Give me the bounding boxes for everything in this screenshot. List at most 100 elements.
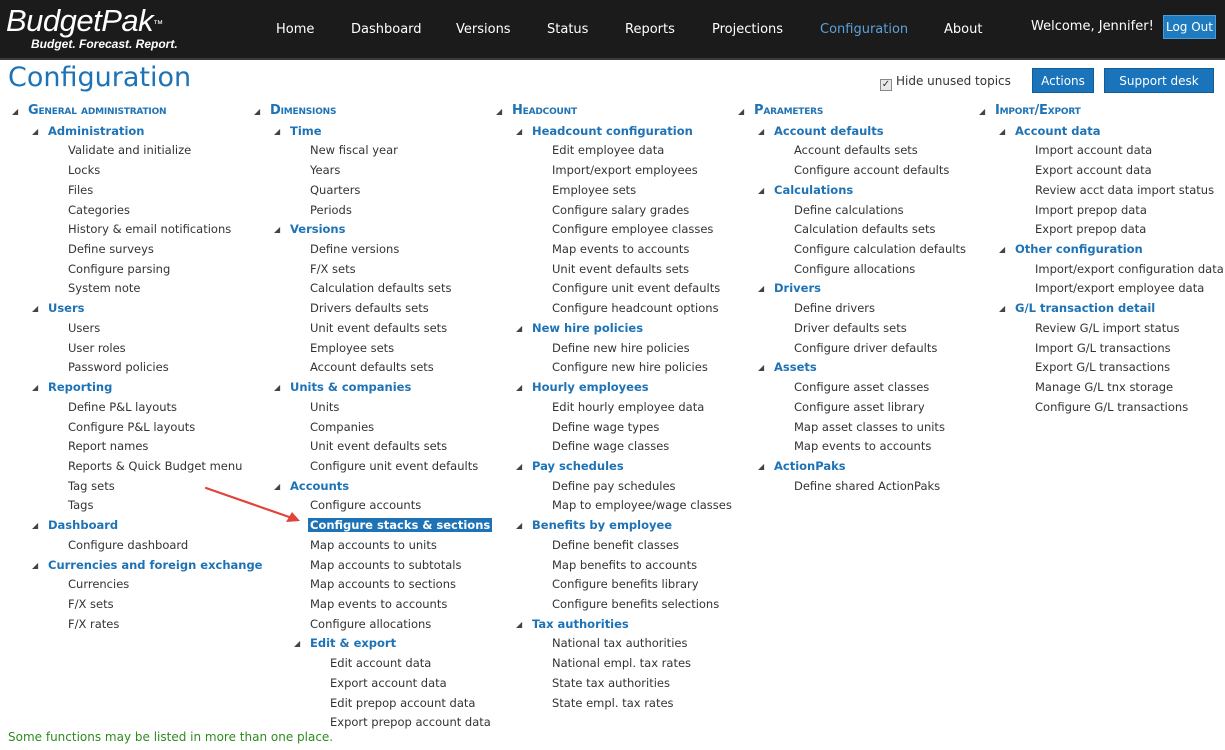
collapse-triangle-icon[interactable]: ◢ — [12, 107, 18, 116]
menu-leaf-item[interactable]: Export G/L transactions — [1035, 360, 1170, 374]
menu-leaf-item[interactable]: Calculation defaults sets — [310, 281, 452, 295]
collapse-triangle-icon[interactable]: ◢ — [274, 225, 280, 234]
menu-leaf-item[interactable]: Configure P&L layouts — [68, 420, 195, 434]
nav-status[interactable]: Status — [547, 22, 588, 37]
menu-leaf-item[interactable]: Configure salary grades — [552, 203, 689, 217]
menu-leaf-item[interactable]: Import account data — [1035, 143, 1152, 157]
menu-leaf-item[interactable]: Manage G/L tnx storage — [1035, 380, 1173, 394]
menu-leaf-item[interactable]: System note — [68, 281, 140, 295]
menu-leaf-item[interactable]: Map events to accounts — [552, 242, 689, 256]
category-header[interactable]: Headcount — [512, 103, 577, 118]
nav-configuration[interactable]: Configuration — [820, 22, 908, 37]
menu-leaf-item[interactable]: Map benefits to accounts — [552, 558, 697, 572]
nav-versions[interactable]: Versions — [456, 22, 511, 37]
menu-leaf-item[interactable]: Map accounts to units — [310, 538, 437, 552]
collapse-triangle-icon[interactable]: ◢ — [32, 383, 38, 392]
menu-leaf-item[interactable]: Define P&L layouts — [68, 400, 177, 414]
menu-leaf-item[interactable]: Configure dashboard — [68, 538, 188, 552]
collapse-triangle-icon[interactable]: ◢ — [32, 521, 38, 530]
menu-leaf-item[interactable]: Users — [68, 321, 100, 335]
menu-leaf-item[interactable]: Define pay schedules — [552, 479, 676, 493]
menu-leaf-item[interactable]: History & email notifications — [68, 222, 231, 236]
menu-leaf-item[interactable]: Import G/L transactions — [1035, 341, 1171, 355]
menu-leaf-item[interactable]: Configure account defaults — [794, 163, 949, 177]
menu-leaf-item[interactable]: Validate and initialize — [68, 143, 191, 157]
menu-leaf-item[interactable]: Map accounts to sections — [310, 577, 456, 591]
subcategory-header[interactable]: Account defaults — [774, 124, 884, 138]
nav-projections[interactable]: Projections — [712, 22, 783, 37]
nav-reports[interactable]: Reports — [625, 22, 675, 37]
menu-leaf-item[interactable]: New fiscal year — [310, 143, 398, 157]
menu-leaf-item[interactable]: Import prepop data — [1035, 203, 1147, 217]
subcategory-header[interactable]: Benefits by employee — [532, 518, 672, 532]
collapse-triangle-icon[interactable]: ◢ — [32, 561, 38, 570]
collapse-triangle-icon[interactable]: ◢ — [999, 245, 1005, 254]
actions-button[interactable]: Actions — [1032, 68, 1094, 93]
menu-leaf-item[interactable]: Configure benefits library — [552, 577, 699, 591]
subcategory-header[interactable]: Dashboard — [48, 518, 118, 532]
menu-leaf-item[interactable]: National tax authorities — [552, 636, 687, 650]
collapse-triangle-icon[interactable]: ◢ — [758, 186, 764, 195]
menu-leaf-item[interactable]: Unit event defaults sets — [552, 262, 689, 276]
nav-dashboard[interactable]: Dashboard — [351, 22, 422, 37]
menu-leaf-item[interactable]: Map to employee/wage classes — [552, 498, 732, 512]
subcategory-header[interactable]: Hourly employees — [532, 380, 649, 394]
collapse-triangle-icon[interactable]: ◢ — [758, 284, 764, 293]
subcategory-header[interactable]: ActionPaks — [774, 459, 846, 473]
collapse-triangle-icon[interactable]: ◢ — [758, 363, 764, 372]
menu-leaf-item[interactable]: Locks — [68, 163, 100, 177]
subcategory-header[interactable]: Administration — [48, 124, 145, 138]
menu-leaf-item[interactable]: Review G/L import status — [1035, 321, 1180, 335]
menu-leaf-item[interactable]: Configure stacks & sections — [308, 518, 493, 533]
menu-leaf-item[interactable]: Companies — [310, 420, 374, 434]
subcategory-header[interactable]: Other configuration — [1015, 242, 1143, 256]
menu-leaf-item[interactable]: F/X sets — [310, 262, 356, 276]
subcategory-header[interactable]: Currencies and foreign exchange — [48, 558, 263, 572]
menu-leaf-item[interactable]: Define versions — [310, 242, 399, 256]
collapse-triangle-icon[interactable]: ◢ — [32, 127, 38, 136]
menu-leaf-item[interactable]: Configure G/L transactions — [1035, 400, 1188, 414]
menu-leaf-item[interactable]: Account defaults sets — [310, 360, 434, 374]
menu-leaf-item[interactable]: Employee sets — [552, 183, 636, 197]
menu-leaf-item[interactable]: Import/export employee data — [1035, 281, 1204, 295]
menu-leaf-item[interactable]: Configure driver defaults — [794, 341, 937, 355]
menu-leaf-item[interactable]: Define wage classes — [552, 439, 669, 453]
menu-leaf-item[interactable]: Units — [310, 400, 339, 414]
menu-leaf-item[interactable]: Map accounts to subtotals — [310, 558, 461, 572]
menu-leaf-item[interactable]: Driver defaults sets — [794, 321, 907, 335]
menu-leaf-item[interactable]: Map events to accounts — [794, 439, 931, 453]
menu-leaf-item[interactable]: Map asset classes to units — [794, 420, 945, 434]
menu-leaf-item[interactable]: User roles — [68, 341, 126, 355]
collapse-triangle-icon[interactable]: ◢ — [738, 107, 744, 116]
menu-leaf-item[interactable]: Tags — [68, 498, 93, 512]
subcategory-header[interactable]: Headcount configuration — [532, 124, 693, 138]
menu-leaf-item[interactable]: Configure allocations — [310, 617, 431, 631]
menu-leaf-item[interactable]: State tax authorities — [552, 676, 670, 690]
menu-leaf-item[interactable]: Edit account data — [330, 656, 431, 670]
subcategory-header[interactable]: Calculations — [774, 183, 853, 197]
collapse-triangle-icon[interactable]: ◢ — [496, 107, 502, 116]
menu-leaf-item[interactable]: Configure parsing — [68, 262, 170, 276]
menu-leaf-item[interactable]: Define surveys — [68, 242, 154, 256]
collapse-triangle-icon[interactable]: ◢ — [274, 127, 280, 136]
subcategory-header[interactable]: Edit & export — [310, 636, 396, 650]
collapse-triangle-icon[interactable]: ◢ — [32, 304, 38, 313]
menu-leaf-item[interactable]: Edit prepop account data — [330, 696, 475, 710]
subcategory-header[interactable]: Account data — [1015, 124, 1101, 138]
menu-leaf-item[interactable]: Configure new hire policies — [552, 360, 708, 374]
menu-leaf-item[interactable]: Define drivers — [794, 301, 875, 315]
menu-leaf-item[interactable]: Define wage types — [552, 420, 659, 434]
subcategory-header[interactable]: Reporting — [48, 380, 112, 394]
subcategory-header[interactable]: G/L transaction detail — [1015, 301, 1155, 315]
menu-leaf-item[interactable]: Password policies — [68, 360, 169, 374]
menu-leaf-item[interactable]: Configure unit event defaults — [310, 459, 478, 473]
subcategory-header[interactable]: Units & companies — [290, 380, 411, 394]
menu-leaf-item[interactable]: Unit event defaults sets — [310, 439, 447, 453]
subcategory-header[interactable]: Pay schedules — [532, 459, 624, 473]
subcategory-header[interactable]: Versions — [290, 222, 345, 236]
menu-leaf-item[interactable]: Import/export configuration data — [1035, 262, 1224, 276]
menu-leaf-item[interactable]: Years — [310, 163, 340, 177]
subcategory-header[interactable]: Time — [290, 124, 322, 138]
menu-leaf-item[interactable]: Map events to accounts — [310, 597, 447, 611]
menu-leaf-item[interactable]: Export prepop account data — [330, 715, 491, 729]
